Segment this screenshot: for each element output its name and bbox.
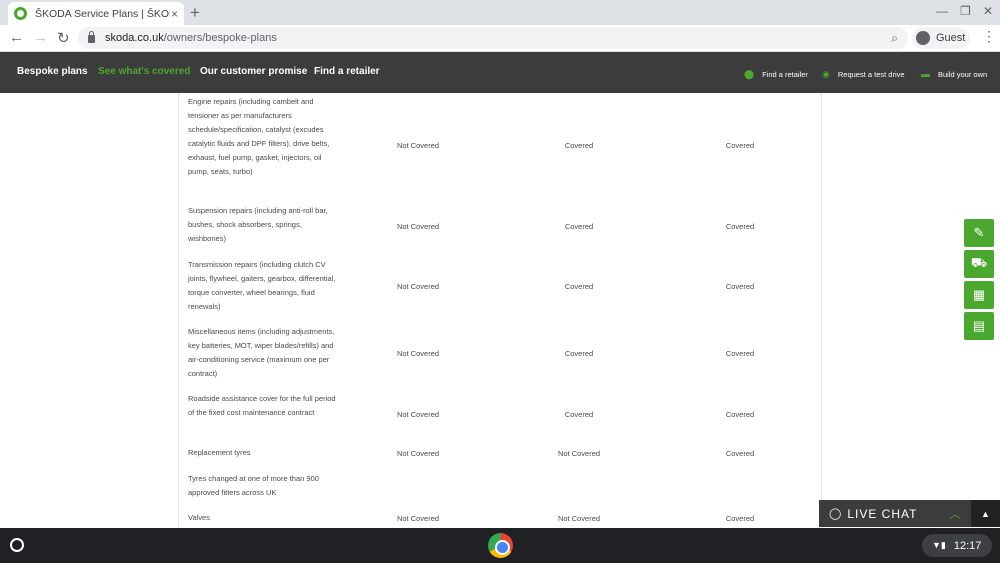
build-your-own-link[interactable]: ▬ Build your own xyxy=(921,69,987,79)
cart-icon[interactable]: ⛟ xyxy=(964,250,994,278)
skoda-favicon-icon xyxy=(14,7,27,20)
cell-col2: Covered xyxy=(564,282,594,291)
table-row: Suspension repairs (including anti-roll … xyxy=(180,204,820,249)
row-description: Miscellaneous items (including adjustmen… xyxy=(188,327,335,378)
reload-icon[interactable]: ↻ xyxy=(57,29,70,47)
cell-col3: Covered xyxy=(725,349,755,358)
cell-col3: Covered xyxy=(725,222,755,231)
close-window-icon[interactable]: ✕ xyxy=(983,4,993,18)
cell-col1: Not Covered xyxy=(396,514,440,523)
row-description: Roadside assistance cover for the full p… xyxy=(188,394,336,417)
restore-icon[interactable]: ❐ xyxy=(960,4,971,18)
cell-col2: Covered xyxy=(564,141,594,150)
cell-col1: Not Covered xyxy=(396,449,440,458)
cell-col1: Not Covered xyxy=(396,349,440,358)
find-retailer-link[interactable]: ⬤ Find a retailer xyxy=(744,69,808,80)
lock-icon[interactable] xyxy=(88,31,95,43)
cell-col1: Not Covered xyxy=(396,282,440,291)
cell-col3: Covered xyxy=(725,449,755,458)
cell-col3: Covered xyxy=(725,282,755,291)
live-chat-button[interactable]: ◯ LIVE CHAT ︿ xyxy=(819,500,971,527)
avatar-icon xyxy=(916,31,930,45)
scroll-top-icon[interactable]: ▲ xyxy=(971,500,1000,527)
table-row: Miscellaneous items (including adjustmen… xyxy=(180,325,820,383)
close-tab-icon[interactable]: × xyxy=(171,7,178,21)
address-bar[interactable]: skoda.co.uk/owners/bespoke-plans ⌕ xyxy=(78,27,908,49)
test-drive-link[interactable]: ◉ Request a test drive xyxy=(822,69,905,80)
table-row: Engine repairs (including cambelt and te… xyxy=(180,95,820,195)
row-description: Suspension repairs (including anti-roll … xyxy=(188,206,328,243)
table-border-right xyxy=(821,93,822,528)
back-icon[interactable]: ← xyxy=(9,29,24,46)
forward-icon[interactable]: → xyxy=(33,29,48,46)
live-chat-label: LIVE CHAT xyxy=(847,506,918,521)
cell-col2: Covered xyxy=(564,222,594,231)
location-pin-icon: ⬤ xyxy=(744,69,755,79)
table-border-left xyxy=(178,93,179,528)
build-your-own-label: Build your own xyxy=(938,69,988,79)
cell-col2: Covered xyxy=(564,410,594,419)
chat-bubble-icon: ◯ xyxy=(829,508,842,520)
cell-col2: Covered xyxy=(564,349,594,358)
cell-col3: Covered xyxy=(725,410,755,419)
os-shelf: ▼▮ 12:17 xyxy=(0,528,1000,563)
menu-icon[interactable]: ⋮ xyxy=(982,28,996,45)
new-tab-button[interactable]: + xyxy=(190,3,200,23)
launcher-icon[interactable] xyxy=(10,538,24,552)
clock: 12:17 xyxy=(953,539,982,552)
tab-strip: ŠKODA Service Plans | ŠKODA UK × + — ❐ ✕ xyxy=(0,0,1000,25)
steering-wheel-icon: ◉ xyxy=(822,69,830,79)
find-retailer-label: Find a retailer xyxy=(762,70,808,79)
table-row: Valves Not Covered Not Covered Covered xyxy=(180,511,820,528)
site-nav: Bespoke plans See what's covered Our cus… xyxy=(0,52,1000,93)
nav-find-retailer[interactable]: Find a retailer xyxy=(314,66,380,77)
chrome-icon[interactable] xyxy=(488,533,513,558)
browser-tab[interactable]: ŠKODA Service Plans | ŠKODA UK × xyxy=(8,2,184,25)
tab-title: ŠKODA Service Plans | ŠKODA UK xyxy=(35,7,170,20)
cell-col3: Covered xyxy=(725,514,755,523)
table-row: Replacement tyres Not Covered Not Covere… xyxy=(180,446,820,464)
row-description: Engine repairs (including cambelt and te… xyxy=(188,97,330,176)
coverage-table-section: Engine repairs (including cambelt and te… xyxy=(0,93,1000,528)
cell-col1: Not Covered xyxy=(396,222,440,231)
test-drive-label: Request a test drive xyxy=(837,70,905,79)
car-icon: ▬ xyxy=(921,69,930,79)
table-row: Transmission repairs (including clutch C… xyxy=(180,258,820,316)
status-tray[interactable]: ▼▮ 12:17 xyxy=(922,534,992,557)
test-drive-icon[interactable]: ✎ xyxy=(964,219,994,247)
minimize-icon[interactable]: — xyxy=(936,4,948,18)
row-description: Valves xyxy=(188,513,210,522)
map-icon[interactable]: ▦ xyxy=(964,281,994,309)
search-icon[interactable]: ⌕ xyxy=(891,31,898,46)
cell-col1: Not Covered xyxy=(396,410,440,419)
cell-col2: Not Covered xyxy=(557,514,601,523)
nav-customer-promise[interactable]: Our customer promise xyxy=(200,66,307,77)
profile-button[interactable]: Guest xyxy=(912,27,970,49)
wifi-battery-icon: ▼▮ xyxy=(932,540,946,550)
cell-col3: Covered xyxy=(725,141,755,150)
url-domain: skoda.co.uk xyxy=(105,32,164,44)
nav-see-whats-covered[interactable]: See what's covered xyxy=(98,66,190,77)
table-row: Tyres changed at one of more than 900 ap… xyxy=(180,472,820,502)
chevron-up-icon: ︿ xyxy=(948,507,961,521)
row-description: Tyres changed at one of more than 900 ap… xyxy=(188,474,319,497)
profile-label: Guest xyxy=(936,32,966,44)
cell-col2: Not Covered xyxy=(557,449,601,458)
nav-bespoke-plans[interactable]: Bespoke plans xyxy=(17,66,88,77)
cell-col1: Not Covered xyxy=(396,141,440,150)
table-row: Roadside assistance cover for the full p… xyxy=(180,392,820,437)
row-description: Transmission repairs (including clutch C… xyxy=(188,260,336,311)
row-description: Replacement tyres xyxy=(188,448,251,457)
brochure-icon[interactable]: ▤ xyxy=(964,312,994,340)
browser-toolbar: ← → ↻ skoda.co.uk/owners/bespoke-plans ⌕… xyxy=(0,25,1000,52)
url-text: skoda.co.uk/owners/bespoke-plans xyxy=(105,32,277,44)
url-path: /owners/bespoke-plans xyxy=(163,32,277,44)
